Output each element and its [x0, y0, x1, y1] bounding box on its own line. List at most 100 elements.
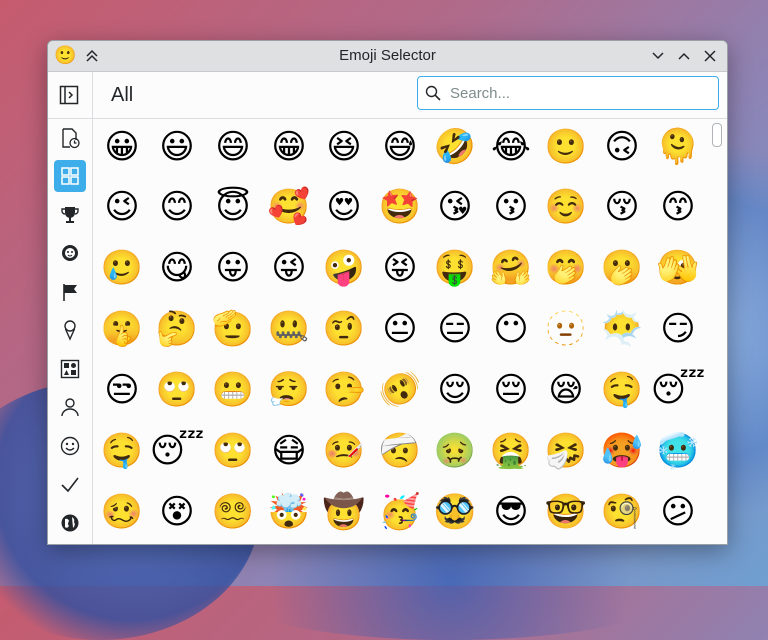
emoji-button[interactable]: 😂	[483, 119, 539, 175]
emoji-button[interactable]: 🤧	[538, 423, 594, 479]
close-button[interactable]	[699, 45, 721, 67]
emoji-button[interactable]: 😏	[650, 301, 706, 357]
emoji-button[interactable]: 🧐	[594, 484, 650, 540]
emoji-button[interactable]: 🤯	[261, 484, 317, 540]
emoji-button[interactable]: 😗	[483, 179, 539, 235]
emoji-button[interactable]: 😶‍🌫️	[594, 301, 650, 357]
category-animals-nature[interactable]	[54, 237, 86, 269]
emoji-button[interactable]: 😕	[650, 484, 706, 540]
emoji-button[interactable]: 😚	[594, 179, 650, 235]
emoji-button[interactable]: 😘	[427, 179, 483, 235]
emoji-button[interactable]: 🤒	[316, 423, 372, 479]
emoji-button[interactable]: 🥸	[427, 484, 483, 540]
emoji-button[interactable]: 🙂	[538, 119, 594, 175]
emoji-button[interactable]: 😵‍💫	[205, 484, 261, 540]
category-people-body[interactable]	[54, 391, 86, 423]
sidebar-toggle-button[interactable]	[57, 83, 81, 107]
emoji-button[interactable]: 🤓	[538, 484, 594, 540]
emoji-button[interactable]: 😴	[650, 362, 706, 418]
emoji-button[interactable]: ☺️	[538, 179, 594, 235]
emoji-button[interactable]: 🤭	[538, 240, 594, 296]
emoji-button[interactable]: 😝	[372, 240, 428, 296]
emoji-button[interactable]: 🫠	[650, 119, 706, 175]
emoji-button[interactable]: 😪	[538, 362, 594, 418]
category-food-drink[interactable]	[54, 314, 86, 346]
emoji-button[interactable]: 🫡	[205, 301, 261, 357]
shapes-icon	[60, 359, 80, 379]
emoji-button[interactable]: 🤪	[316, 240, 372, 296]
emoji-button[interactable]: 🙄	[149, 362, 205, 418]
emoji-button[interactable]: 🥴	[94, 484, 150, 540]
emoji-button[interactable]: 😴	[149, 423, 205, 479]
emoji-button[interactable]: 🤣	[427, 119, 483, 175]
emoji-button[interactable]: 😐	[372, 301, 428, 357]
emoji-button[interactable]: 😁	[261, 119, 317, 175]
emoji-button[interactable]: 🤐	[261, 301, 317, 357]
emoji-button[interactable]: 🥵	[594, 423, 650, 479]
page-header: All	[48, 72, 727, 119]
category-smileys-emotion[interactable]	[54, 430, 86, 462]
emoji-button[interactable]: 🤤	[594, 362, 650, 418]
category-travel-places[interactable]	[54, 507, 86, 539]
emoji-button[interactable]: 😛	[205, 240, 261, 296]
emoji-button[interactable]: 😀	[94, 119, 150, 175]
emoji-button[interactable]: 😍	[316, 179, 372, 235]
emoji-button[interactable]: 🫣	[650, 240, 706, 296]
emoji-button[interactable]: 🙄	[205, 423, 261, 479]
emoji-button[interactable]: 🤤	[94, 423, 150, 479]
emoji-button[interactable]: 😃	[149, 119, 205, 175]
emoji-button[interactable]: 😒	[94, 362, 150, 418]
emoji-button[interactable]: 😬	[205, 362, 261, 418]
emoji-button[interactable]: 🤮	[483, 423, 539, 479]
category-symbols[interactable]	[54, 468, 86, 500]
emoji-button[interactable]: 🙃	[594, 119, 650, 175]
vertical-scrollbar[interactable]	[708, 119, 726, 544]
emoji-button[interactable]: 🤫	[94, 301, 150, 357]
emoji-button[interactable]: 😑	[427, 301, 483, 357]
emoji-button[interactable]: 😌	[427, 362, 483, 418]
emoji-button[interactable]: 🥳	[372, 484, 428, 540]
category-all[interactable]	[54, 160, 86, 192]
emoji-button[interactable]: 🤠	[316, 484, 372, 540]
emoji-button[interactable]: 🥶	[650, 423, 706, 479]
trophy-icon	[61, 207, 79, 223]
emoji-button[interactable]: 🥲	[94, 240, 150, 296]
emoji-button[interactable]: 😙	[650, 179, 706, 235]
emoji-button[interactable]: 😮‍💨	[261, 362, 317, 418]
emoji-button[interactable]: 😶	[483, 301, 539, 357]
emoji-button[interactable]: 😷	[261, 423, 317, 479]
emoji-button[interactable]: 😄	[205, 119, 261, 175]
emoji-button[interactable]: 😜	[261, 240, 317, 296]
emoji-button[interactable]: 🤑	[427, 240, 483, 296]
emoji-grid: 😀 😃 😄 😁 😆 😅 🤣 😂 🙂 🙃 🫠 😉 😊 😇 🥰 😍 🤩 😘 😗 ☺️ 😚 😙 🥲 😋 😛 😜 🤪 😝 🤑 🤗 🤭 🫢 🫣 🤫 🤔 🫡 🤐 🤨 😐…	[94, 119, 706, 544]
category-recent[interactable]	[54, 122, 86, 154]
category-objects[interactable]	[54, 353, 86, 385]
minimize-button[interactable]	[647, 45, 669, 67]
emoji-button[interactable]: 🤥	[316, 362, 372, 418]
category-flags[interactable]	[54, 276, 86, 308]
emoji-button[interactable]: 🤩	[372, 179, 428, 235]
scrollbar-thumb[interactable]	[712, 123, 722, 147]
emoji-button[interactable]: 🤗	[483, 240, 539, 296]
emoji-button[interactable]: 🫢	[594, 240, 650, 296]
category-activities[interactable]	[54, 199, 86, 231]
emoji-button[interactable]: 😔	[483, 362, 539, 418]
emoji-button[interactable]: 😋	[149, 240, 205, 296]
emoji-button[interactable]: 😇	[205, 179, 261, 235]
search-input[interactable]	[448, 83, 718, 103]
emoji-button[interactable]: 🥰	[261, 179, 317, 235]
emoji-button[interactable]: 😆	[316, 119, 372, 175]
emoji-button[interactable]: 😅	[372, 119, 428, 175]
emoji-button[interactable]: 🤢	[427, 423, 483, 479]
emoji-button[interactable]: 😊	[149, 179, 205, 235]
emoji-button[interactable]: 🫨	[372, 362, 428, 418]
emoji-button[interactable]: 🤔	[149, 301, 205, 357]
maximize-button[interactable]	[673, 45, 695, 67]
emoji-button[interactable]: 🤨	[316, 301, 372, 357]
search-box[interactable]	[417, 76, 719, 110]
emoji-button[interactable]: 😵	[149, 484, 205, 540]
emoji-button[interactable]: 🫥	[538, 301, 594, 357]
emoji-button[interactable]: 😉	[94, 179, 150, 235]
emoji-button[interactable]: 😎	[483, 484, 539, 540]
emoji-button[interactable]: 🤕	[372, 423, 428, 479]
